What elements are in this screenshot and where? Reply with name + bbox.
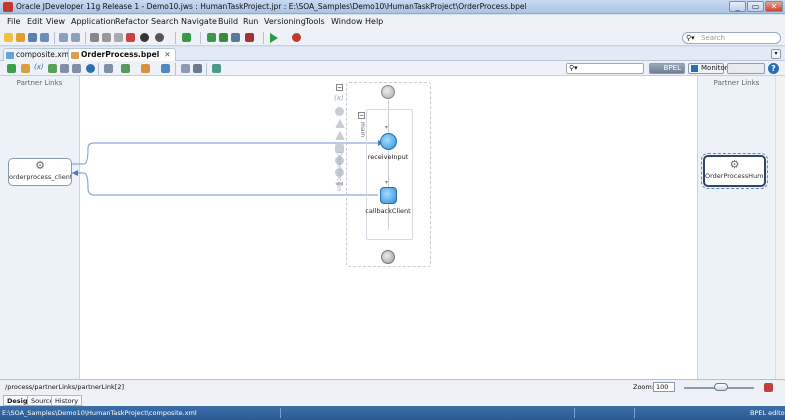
run-icon[interactable] (270, 33, 278, 43)
disabled-mode-button (727, 63, 765, 74)
arrowhead (72, 170, 78, 176)
save-all-icon[interactable] (40, 33, 49, 42)
schema-icon[interactable] (104, 64, 113, 73)
process-name-label: OrderProcess (335, 151, 343, 192)
expression-icon[interactable]: (x) (34, 63, 44, 71)
file-path-status-bar: E:\SOA_Samples\Demo10\HumanTaskProject\c… (0, 406, 785, 420)
compensation-handler-icon[interactable] (335, 131, 345, 140)
invoke-activity-icon[interactable] (380, 187, 397, 204)
variables-icon[interactable]: (x) (334, 94, 344, 102)
menu-build[interactable]: Build (218, 17, 238, 26)
diagram-search-input[interactable]: ⚲▾ (566, 63, 644, 74)
fault-handler-icon[interactable] (335, 119, 345, 128)
menu-navigate[interactable]: Navigate (181, 17, 217, 26)
correlation-icon[interactable] (48, 64, 57, 73)
make-icon[interactable] (207, 33, 216, 42)
editor-bottom-tabs: Design Source History (0, 394, 785, 406)
undo-icon[interactable] (59, 33, 68, 42)
main-toolbar: ⚲▾ Search (0, 30, 785, 46)
menu-view[interactable]: View (46, 17, 65, 26)
bam-icon[interactable] (72, 64, 81, 73)
zoom-label: Zoom: (633, 383, 654, 391)
activities-icon[interactable] (121, 64, 130, 73)
delete-icon[interactable] (126, 33, 135, 42)
process-start-node (381, 85, 395, 99)
window-title: Oracle JDeveloper 11g Release 1 - Demo10… (16, 2, 527, 11)
scope-main[interactable]: − main (358, 109, 413, 240)
binoculars-icon: ⚲▾ (569, 64, 578, 72)
maximize-button[interactable]: ▭ (747, 1, 764, 12)
menu-bar: File Edit View Application Refactor Sear… (0, 15, 785, 30)
menu-tools[interactable]: Tools (305, 17, 325, 26)
file-path: E:\SOA_Samples\Demo10\HumanTaskProject\c… (2, 409, 197, 417)
diagram-icon[interactable] (161, 64, 170, 73)
scope-label: main (359, 122, 366, 137)
debug-icon[interactable] (292, 33, 301, 42)
composite-file-icon (6, 52, 14, 59)
menu-versioning[interactable]: Versioning (264, 17, 306, 26)
receive-activity-icon[interactable] (380, 133, 397, 150)
menu-search[interactable]: Search (151, 17, 178, 26)
fault-icon[interactable] (141, 64, 150, 73)
process-end-node (381, 250, 395, 264)
menu-file[interactable]: File (7, 17, 20, 26)
clean-icon[interactable] (245, 33, 254, 42)
collapse-icon[interactable]: − (358, 112, 365, 119)
activity-label: receiveInput (367, 153, 409, 161)
sensors-icon[interactable] (60, 64, 69, 73)
status-row: /process/partnerLinks/partnerLink[2] Zoo… (0, 379, 785, 394)
binoculars-icon: ⚲▾ (686, 34, 695, 42)
menu-window[interactable]: Window (331, 17, 363, 26)
back-icon[interactable] (140, 33, 149, 42)
new-icon[interactable] (4, 33, 13, 42)
window-title-bar: Oracle JDeveloper 11g Release 1 - Demo10… (0, 0, 785, 14)
open-icon[interactable] (16, 33, 25, 42)
menu-run[interactable]: Run (243, 17, 258, 26)
collapse-icon[interactable]: − (336, 84, 343, 91)
editor-toolbar: (x) ⚲▾ BPEL Monitor ? (0, 61, 785, 76)
editor-name: BPEL editor (750, 409, 785, 417)
preferences-icon[interactable] (212, 64, 221, 73)
menu-help[interactable]: Help (365, 17, 383, 26)
deploy-icon[interactable] (182, 33, 191, 42)
tab-orderprocess[interactable]: OrderProcess.bpel ✕ (68, 48, 176, 61)
validate-icon[interactable] (7, 64, 16, 73)
info-icon[interactable] (86, 64, 95, 73)
monitor-icon (691, 65, 698, 72)
zoom-input[interactable]: 100 (653, 382, 675, 392)
help-icon[interactable]: ? (768, 63, 779, 74)
zoom-icon[interactable] (193, 64, 202, 73)
rebuild-icon[interactable] (219, 33, 228, 42)
copy-icon[interactable] (102, 33, 111, 42)
menu-refactor[interactable]: Refactor (115, 17, 149, 26)
redo-icon[interactable] (71, 33, 80, 42)
process-side-toolbar: − (x) ◂◂ OrderProcess (333, 84, 346, 206)
bpel-file-icon (71, 52, 79, 59)
paste-icon[interactable] (114, 33, 123, 42)
zoom-fit-icon[interactable] (181, 64, 190, 73)
forward-icon[interactable] (155, 33, 164, 42)
variables-icon[interactable] (21, 64, 30, 73)
monitor-mode-button[interactable]: Monitor (688, 63, 728, 74)
correlation-sets-icon[interactable] (335, 107, 344, 116)
search-input[interactable]: ⚲▾ Search (682, 32, 781, 44)
cut-icon[interactable] (90, 33, 99, 42)
jdeveloper-app-icon (3, 2, 13, 12)
zoom-tool-icon[interactable] (764, 383, 773, 392)
minimize-button[interactable]: _ (729, 1, 746, 12)
save-icon[interactable] (28, 33, 37, 42)
close-button[interactable]: ✕ (765, 1, 783, 12)
bpel-canvas: Partner Links Partner Links ⚙ orderproce… (0, 76, 785, 379)
build-icon[interactable] (231, 33, 240, 42)
xpath-status: /process/partnerLinks/partnerLink[2] (5, 383, 125, 391)
tab-history[interactable]: History (51, 395, 83, 406)
tab-list-icon[interactable]: ▾ (771, 49, 781, 59)
menu-application[interactable]: Application (71, 17, 116, 26)
zoom-slider-thumb[interactable] (714, 383, 728, 391)
activity-label: callbackClient (365, 207, 411, 215)
bpel-mode-button[interactable]: BPEL (649, 63, 685, 74)
menu-edit[interactable]: Edit (27, 17, 43, 26)
close-tab-icon[interactable]: ✕ (164, 50, 170, 59)
document-tab-bar: composite.xml✕ OrderProcess.bpel✕ ▾ (0, 47, 785, 61)
